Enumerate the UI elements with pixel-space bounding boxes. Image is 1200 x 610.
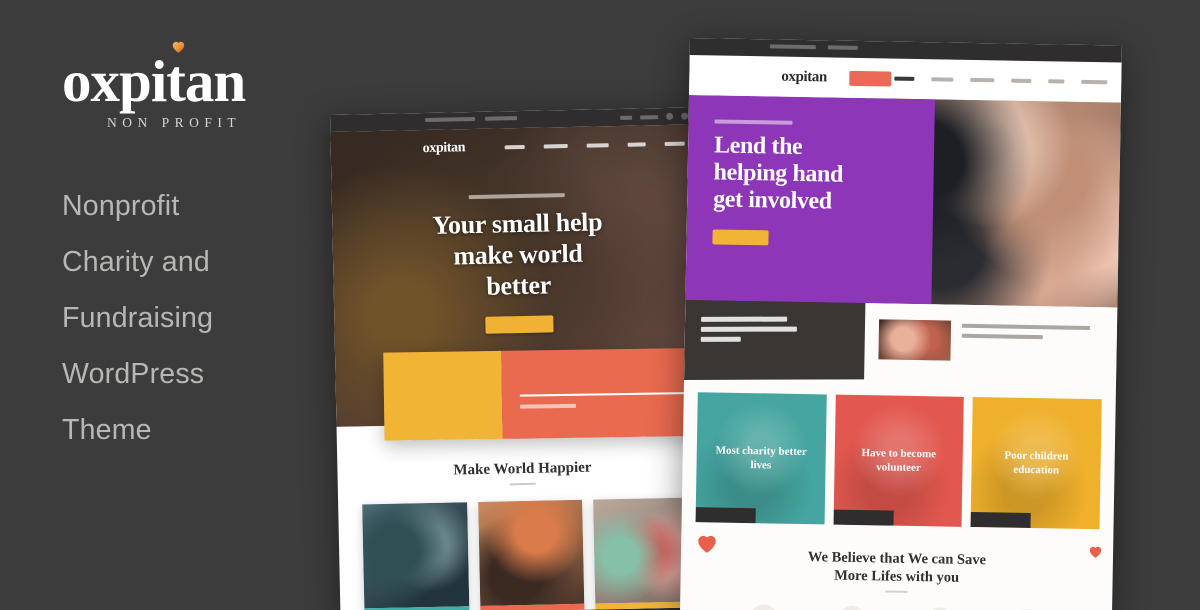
topbar-email: [425, 116, 476, 123]
hero-kicker: [468, 193, 565, 200]
tagline-line-3: Fundraising: [62, 302, 214, 334]
topbar-contact-info: [769, 44, 858, 50]
nav-logo[interactable]: oxpitan: [423, 140, 466, 157]
hero-section: Lend the helping hand get involved: [685, 94, 1121, 308]
gallery-section-title: Make World Happier: [453, 459, 592, 479]
hero-title-line-3: get involved: [712, 186, 832, 215]
gallery-image-1: [362, 502, 469, 609]
donation-progress-fill: [519, 392, 685, 397]
feature-cards: Most charity better lives Have to become…: [682, 380, 1116, 530]
feature-card-1[interactable]: Most charity better lives: [695, 392, 827, 525]
nav-item-blog[interactable]: [1048, 79, 1065, 84]
hands-icon: [750, 604, 778, 610]
hero-copy-panel: Lend the helping hand get involved: [685, 94, 936, 305]
mockup-dark-hero[interactable]: Your small help make world better oxpita…: [330, 107, 711, 610]
feature-card-2-button[interactable]: [833, 509, 894, 526]
nav-item-pages[interactable]: [543, 143, 568, 149]
promo-banner: oxpitan NON PROFIT Nonprofit Charity and…: [0, 0, 1200, 610]
topbar-social: [620, 112, 689, 121]
topbar-contact-info: [425, 116, 518, 123]
tagline-line-2: Charity and: [62, 246, 210, 278]
gallery-image-2: [477, 499, 585, 606]
feature-card-3-button[interactable]: [970, 511, 1032, 529]
intro-section: [684, 299, 1118, 388]
nav-links: [894, 76, 1108, 85]
nav-item-shop[interactable]: [664, 141, 685, 147]
brand-logo: oxpitan NON PROFIT: [62, 41, 246, 131]
topbar-phone: [827, 45, 858, 50]
donation-raised-label: [520, 403, 577, 409]
brand-tagline: Nonprofit Charity and Fundraising WordPr…: [62, 178, 312, 458]
intro-dark-panel: [684, 299, 866, 380]
mockup-purple-hero[interactable]: oxpitan Lend the helping hand get involv…: [680, 38, 1122, 610]
donation-progress-card[interactable]: [383, 346, 711, 441]
hero-title-line-3: better: [486, 270, 552, 301]
gallery-card-1[interactable]: [362, 502, 470, 610]
social-icon-facebook[interactable]: [620, 115, 633, 120]
nav-item-home[interactable]: [504, 144, 525, 150]
intro-body-line-2: [961, 333, 1043, 340]
donation-amount-panel: [501, 346, 711, 439]
nav-item-causes[interactable]: [970, 77, 995, 83]
social-icon-twitter[interactable]: [640, 114, 659, 120]
feature-card-1-title: Most charity better lives: [715, 444, 807, 472]
brand-panel: oxpitan NON PROFIT Nonprofit Charity and…: [62, 41, 312, 458]
nav-item-event[interactable]: [1011, 78, 1032, 83]
intro-heading-line-2: [700, 326, 797, 332]
believe-section: We Believe that We can Save More Lifes w…: [680, 522, 1113, 597]
intro-thumbnail-image: [878, 319, 952, 361]
feature-card-3[interactable]: Poor children education: [970, 396, 1102, 530]
tagline-line-1: Nonprofit: [62, 190, 180, 222]
cart-icon[interactable]: [681, 112, 689, 120]
gallery-section-header: Make World Happier: [337, 457, 707, 489]
nav-links: [504, 141, 685, 150]
donation-label-panel: [383, 350, 503, 441]
tagline-line-5: Theme: [62, 414, 152, 446]
intro-text: [961, 321, 1101, 387]
intro-heading-line-1: [701, 316, 788, 322]
feature-card-2[interactable]: Have to become volunteer: [833, 394, 965, 527]
search-icon[interactable]: [666, 112, 674, 120]
donate-cta-button[interactable]: [848, 70, 892, 87]
main-nav: oxpitan: [330, 124, 701, 170]
nav-item-about[interactable]: [931, 77, 954, 82]
intro-content: [864, 303, 1117, 387]
brand-logo-text: oxpitan: [62, 48, 246, 114]
hero-title-line-2: helping hand: [713, 159, 844, 188]
nav-item-home[interactable]: [894, 76, 915, 81]
intro-heading-line-3: [700, 336, 741, 342]
hero-donate-button[interactable]: [485, 315, 554, 334]
hero-read-more-button[interactable]: [712, 229, 769, 246]
heart-icon: [170, 38, 187, 55]
believe-title: We Believe that We can Save More Lifes w…: [681, 546, 1114, 590]
feature-card-1-button[interactable]: [695, 507, 756, 524]
feature-card-3-title: Poor children education: [1004, 449, 1069, 477]
hero-title: Your small help make world better: [366, 205, 670, 304]
hero-title-line-1: Lend the: [713, 132, 803, 160]
nav-item-contact[interactable]: [1081, 79, 1108, 85]
person-icon: [838, 605, 866, 610]
nav-item-blog[interactable]: [627, 142, 646, 148]
heart-decor-right: [1087, 543, 1104, 565]
topbar-phone: [485, 116, 518, 121]
gallery-card-2[interactable]: [477, 499, 585, 610]
hero-kicker: [714, 119, 793, 125]
heart-decor-left: [694, 530, 720, 561]
feature-card-2-title: Have to become volunteer: [861, 447, 937, 475]
nav-logo[interactable]: oxpitan: [781, 68, 827, 86]
tagline-line-4: WordPress: [62, 358, 205, 390]
intro-body-line-1: [961, 323, 1090, 331]
nav-item-event[interactable]: [586, 142, 609, 148]
donation-progress-bar: [519, 390, 711, 397]
brand-logo-subtitle: NON PROFIT: [107, 115, 242, 130]
title-divider: [509, 482, 536, 486]
topbar-email: [769, 44, 816, 50]
hero-title: Lend the helping hand get involved: [713, 132, 935, 217]
gallery-grid: [362, 497, 701, 610]
hero-copy: Your small help make world better: [332, 190, 705, 337]
